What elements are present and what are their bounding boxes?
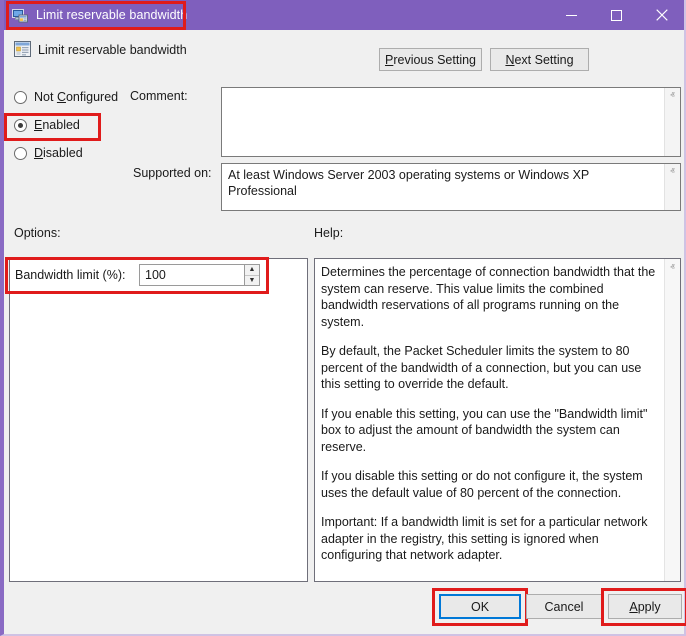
radio-disabled[interactable]: Disabled: [14, 146, 83, 160]
title-bar: Limit reservable bandwidth: [4, 0, 684, 30]
apply-accel: A: [629, 600, 637, 614]
help-label: Help:: [314, 226, 343, 240]
scroll-up-icon[interactable]: ⱏ: [670, 91, 674, 100]
next-setting-label-rest: ext Setting: [514, 53, 573, 67]
next-setting-accel: N: [505, 53, 514, 67]
apply-button[interactable]: Apply: [608, 594, 682, 619]
bandwidth-limit-value[interactable]: 100: [140, 268, 166, 282]
apply-label-rest: pply: [638, 600, 661, 614]
scroll-up-icon[interactable]: ⱏ: [670, 263, 674, 272]
previous-setting-button[interactable]: Previous Setting: [379, 48, 482, 71]
comment-value[interactable]: [222, 88, 664, 156]
comment-scrollbar[interactable]: ⱏ ⱟ: [664, 88, 680, 156]
scroll-up-icon[interactable]: ⱏ: [670, 167, 674, 176]
comment-textarea[interactable]: ⱏ ⱟ: [221, 87, 681, 157]
window-title: Limit reservable bandwidth: [36, 8, 187, 22]
supported-on-label: Supported on:: [133, 166, 212, 180]
radio-not-configured[interactable]: Not Configured: [14, 90, 118, 104]
cancel-button[interactable]: Cancel: [526, 594, 602, 619]
policy-setting-icon: [14, 41, 31, 57]
radio-enabled-label: Enabled: [34, 118, 80, 132]
help-text: Determines the percentage of connection …: [315, 259, 664, 581]
options-panel: [9, 258, 308, 582]
radio-not-configured-indicator[interactable]: [14, 91, 27, 104]
options-label: Options:: [14, 226, 61, 240]
radio-enabled[interactable]: Enabled: [14, 118, 80, 132]
radio-disabled-indicator[interactable]: [14, 147, 27, 160]
radio-enabled-indicator[interactable]: [14, 119, 27, 132]
comment-label: Comment:: [130, 89, 188, 103]
radio-not-configured-label: Not Configured: [34, 90, 118, 104]
computer-policy-icon: [12, 8, 28, 23]
stepper-up-icon[interactable]: ▲: [245, 265, 259, 275]
bandwidth-limit-label: Bandwidth limit (%):: [15, 268, 125, 282]
previous-setting-accel: P: [385, 53, 393, 67]
help-scrollbar[interactable]: ⱏ ⱟ: [664, 259, 680, 581]
setting-name: Limit reservable bandwidth: [38, 43, 187, 57]
help-paragraph: If you enable this setting, you can use …: [321, 406, 656, 456]
stepper-down-icon[interactable]: ▼: [245, 275, 259, 285]
help-paragraph: If you disable this setting or do not co…: [321, 468, 656, 501]
window-controls: [549, 0, 684, 30]
bandwidth-limit-stepper[interactable]: ▲ ▼: [244, 264, 260, 286]
radio-disabled-label: Disabled: [34, 146, 83, 160]
help-panel: Determines the percentage of connection …: [314, 258, 681, 582]
supported-on-value: At least Windows Server 2003 operating s…: [222, 164, 664, 210]
minimize-icon[interactable]: [549, 0, 594, 30]
close-icon[interactable]: [639, 0, 684, 30]
ok-button[interactable]: OK: [439, 594, 521, 619]
supported-on-scrollbar[interactable]: ⱏ ⱟ: [664, 164, 680, 210]
next-setting-button[interactable]: Next Setting: [490, 48, 589, 71]
previous-setting-label-rest: revious Setting: [393, 53, 476, 67]
maximize-icon[interactable]: [594, 0, 639, 30]
help-paragraph: By default, the Packet Scheduler limits …: [321, 343, 656, 393]
help-paragraph: Determines the percentage of connection …: [321, 264, 656, 330]
supported-on-field: At least Windows Server 2003 operating s…: [221, 163, 681, 211]
group-policy-setting-dialog: Limit reservable bandwidth Limit reserva…: [0, 0, 686, 636]
help-paragraph: Important: If a bandwidth limit is set f…: [321, 514, 656, 564]
bandwidth-limit-input[interactable]: 100: [139, 264, 259, 286]
